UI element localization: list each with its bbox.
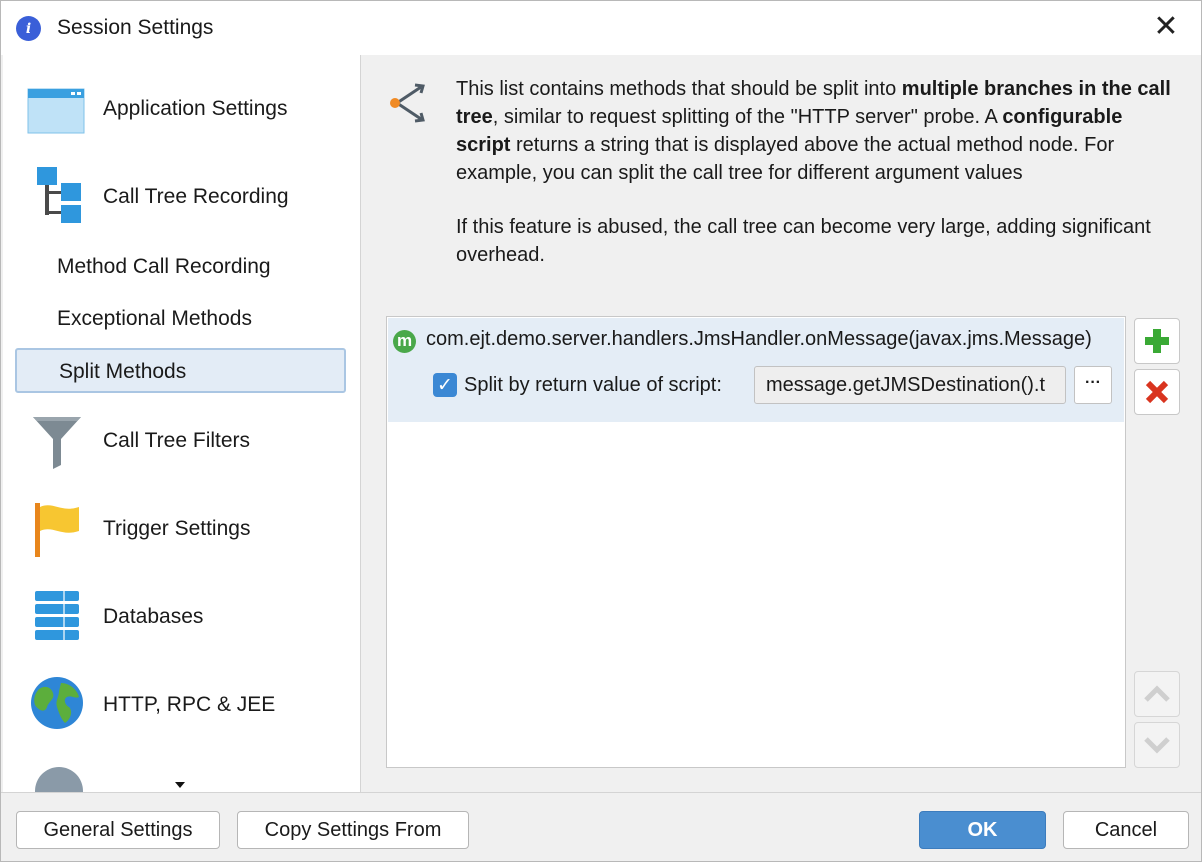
split-by-script-checkbox[interactable]: ✓ [433, 373, 457, 397]
sidebar-item-label: Call Tree Recording [103, 185, 289, 208]
sidebar-item-label: Trigger Settings [103, 517, 251, 540]
tree-icon [37, 167, 81, 223]
settings-sidebar: Application Settings Call Tree Recording… [3, 55, 361, 792]
sidebar-item-trigger-settings[interactable]: Trigger Settings [3, 499, 360, 559]
plus-icon [1145, 329, 1169, 353]
window-title: Session Settings [57, 16, 214, 39]
delete-button[interactable] [1134, 369, 1180, 415]
app-icon: i [16, 16, 41, 41]
globe-icon [31, 677, 83, 729]
cancel-button[interactable]: Cancel [1063, 811, 1189, 849]
flag-icon [35, 503, 79, 557]
split-methods-list[interactable]: m com.ejt.demo.server.handlers.JmsHandle… [386, 316, 1126, 768]
edit-script-button[interactable]: ··· [1074, 366, 1112, 404]
sidebar-item-method-call-recording[interactable]: Method Call Recording [3, 253, 360, 283]
window-icon [27, 88, 85, 134]
sidebar-item-http-rpc-jee[interactable]: HTTP, RPC & JEE [3, 675, 360, 735]
delete-x-icon [1145, 380, 1169, 404]
scroll-down-arrow-icon[interactable] [173, 780, 187, 790]
sidebar-item-call-tree-filters[interactable]: Call Tree Filters [3, 411, 360, 471]
sidebar-item-label: Split Methods [59, 360, 187, 383]
database-icon [35, 591, 79, 640]
script-field[interactable]: message.getJMSDestination().t [754, 366, 1066, 404]
move-up-button[interactable] [1134, 671, 1180, 717]
general-settings-button[interactable]: General Settings [16, 811, 220, 849]
chevron-down-icon [1144, 737, 1170, 754]
clock-icon [35, 767, 83, 792]
sidebar-item-split-methods[interactable]: Split Methods [15, 348, 346, 393]
sidebar-item-label: HTTP, RPC & JEE [103, 693, 276, 716]
list-item[interactable]: m com.ejt.demo.server.handlers.JmsHandle… [388, 318, 1124, 422]
add-button[interactable] [1134, 318, 1180, 364]
ok-button[interactable]: OK [919, 811, 1046, 849]
sidebar-item-application-settings[interactable]: Application Settings [3, 81, 360, 139]
close-button[interactable]: ✕ [1151, 12, 1181, 43]
dialog-footer: General Settings Copy Settings From OK C… [1, 792, 1201, 861]
sidebar-item-label: Application Settings [103, 97, 288, 120]
sidebar-item-exceptional-methods[interactable]: Exceptional Methods [3, 305, 360, 335]
move-down-button[interactable] [1134, 722, 1180, 768]
sidebar-item-label: Method Call Recording [57, 255, 271, 278]
split-by-script-label: Split by return value of script: [464, 374, 722, 396]
sidebar-item-call-tree-recording[interactable]: Call Tree Recording [3, 165, 360, 229]
chevron-up-icon [1144, 685, 1170, 702]
sidebar-item-label: Call Tree Filters [103, 429, 251, 452]
description-text: This list contains methods that should b… [456, 75, 1176, 269]
sidebar-item-label: Exceptional Methods [57, 307, 252, 330]
title-bar: i Session Settings ✕ [1, 1, 1201, 55]
session-settings-dialog: i Session Settings ✕ Application Setting… [0, 0, 1202, 862]
split-branch-icon [390, 83, 425, 123]
copy-settings-from-button[interactable]: Copy Settings From [237, 811, 469, 849]
funnel-icon [33, 417, 81, 469]
split-methods-panel: This list contains methods that should b… [361, 55, 1201, 792]
sidebar-item-label: Databases [103, 605, 204, 628]
method-signature: com.ejt.demo.server.handlers.JmsHandler.… [426, 328, 1092, 350]
warning-text: If this feature is abused, the call tree… [456, 216, 1151, 266]
method-icon: m [393, 330, 416, 353]
sidebar-item-databases[interactable]: Databases [3, 587, 360, 647]
